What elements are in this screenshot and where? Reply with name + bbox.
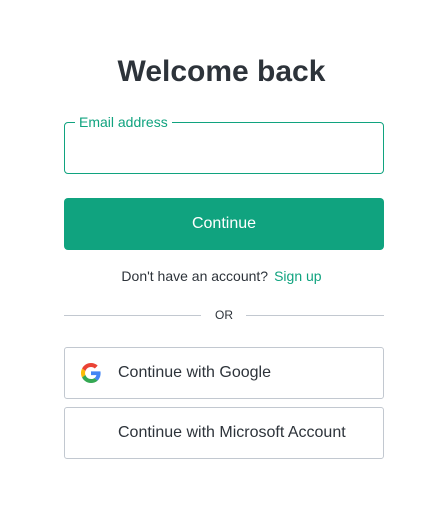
microsoft-logo-icon <box>81 423 101 443</box>
login-page: Welcome back Email address Continue Don'… <box>0 0 443 508</box>
email-label: Email address <box>75 113 172 131</box>
google-button-label: Continue with Google <box>118 364 271 381</box>
continue-button[interactable]: Continue <box>64 198 384 250</box>
or-divider: OR <box>64 305 384 325</box>
google-logo-icon <box>81 363 101 383</box>
google-login-button[interactable]: Continue with Google <box>64 347 384 399</box>
divider-line-right <box>246 315 384 316</box>
signup-prompt: Don't have an account? Sign up <box>0 266 443 286</box>
signup-link[interactable]: Sign up <box>274 268 321 284</box>
page-title: Welcome back <box>117 55 326 88</box>
no-account-text: Don't have an account? <box>121 268 269 284</box>
microsoft-button-label: Continue with Microsoft Account <box>118 424 346 441</box>
microsoft-login-button[interactable]: Continue with Microsoft Account <box>64 407 384 459</box>
email-field[interactable]: Email address <box>64 113 384 174</box>
